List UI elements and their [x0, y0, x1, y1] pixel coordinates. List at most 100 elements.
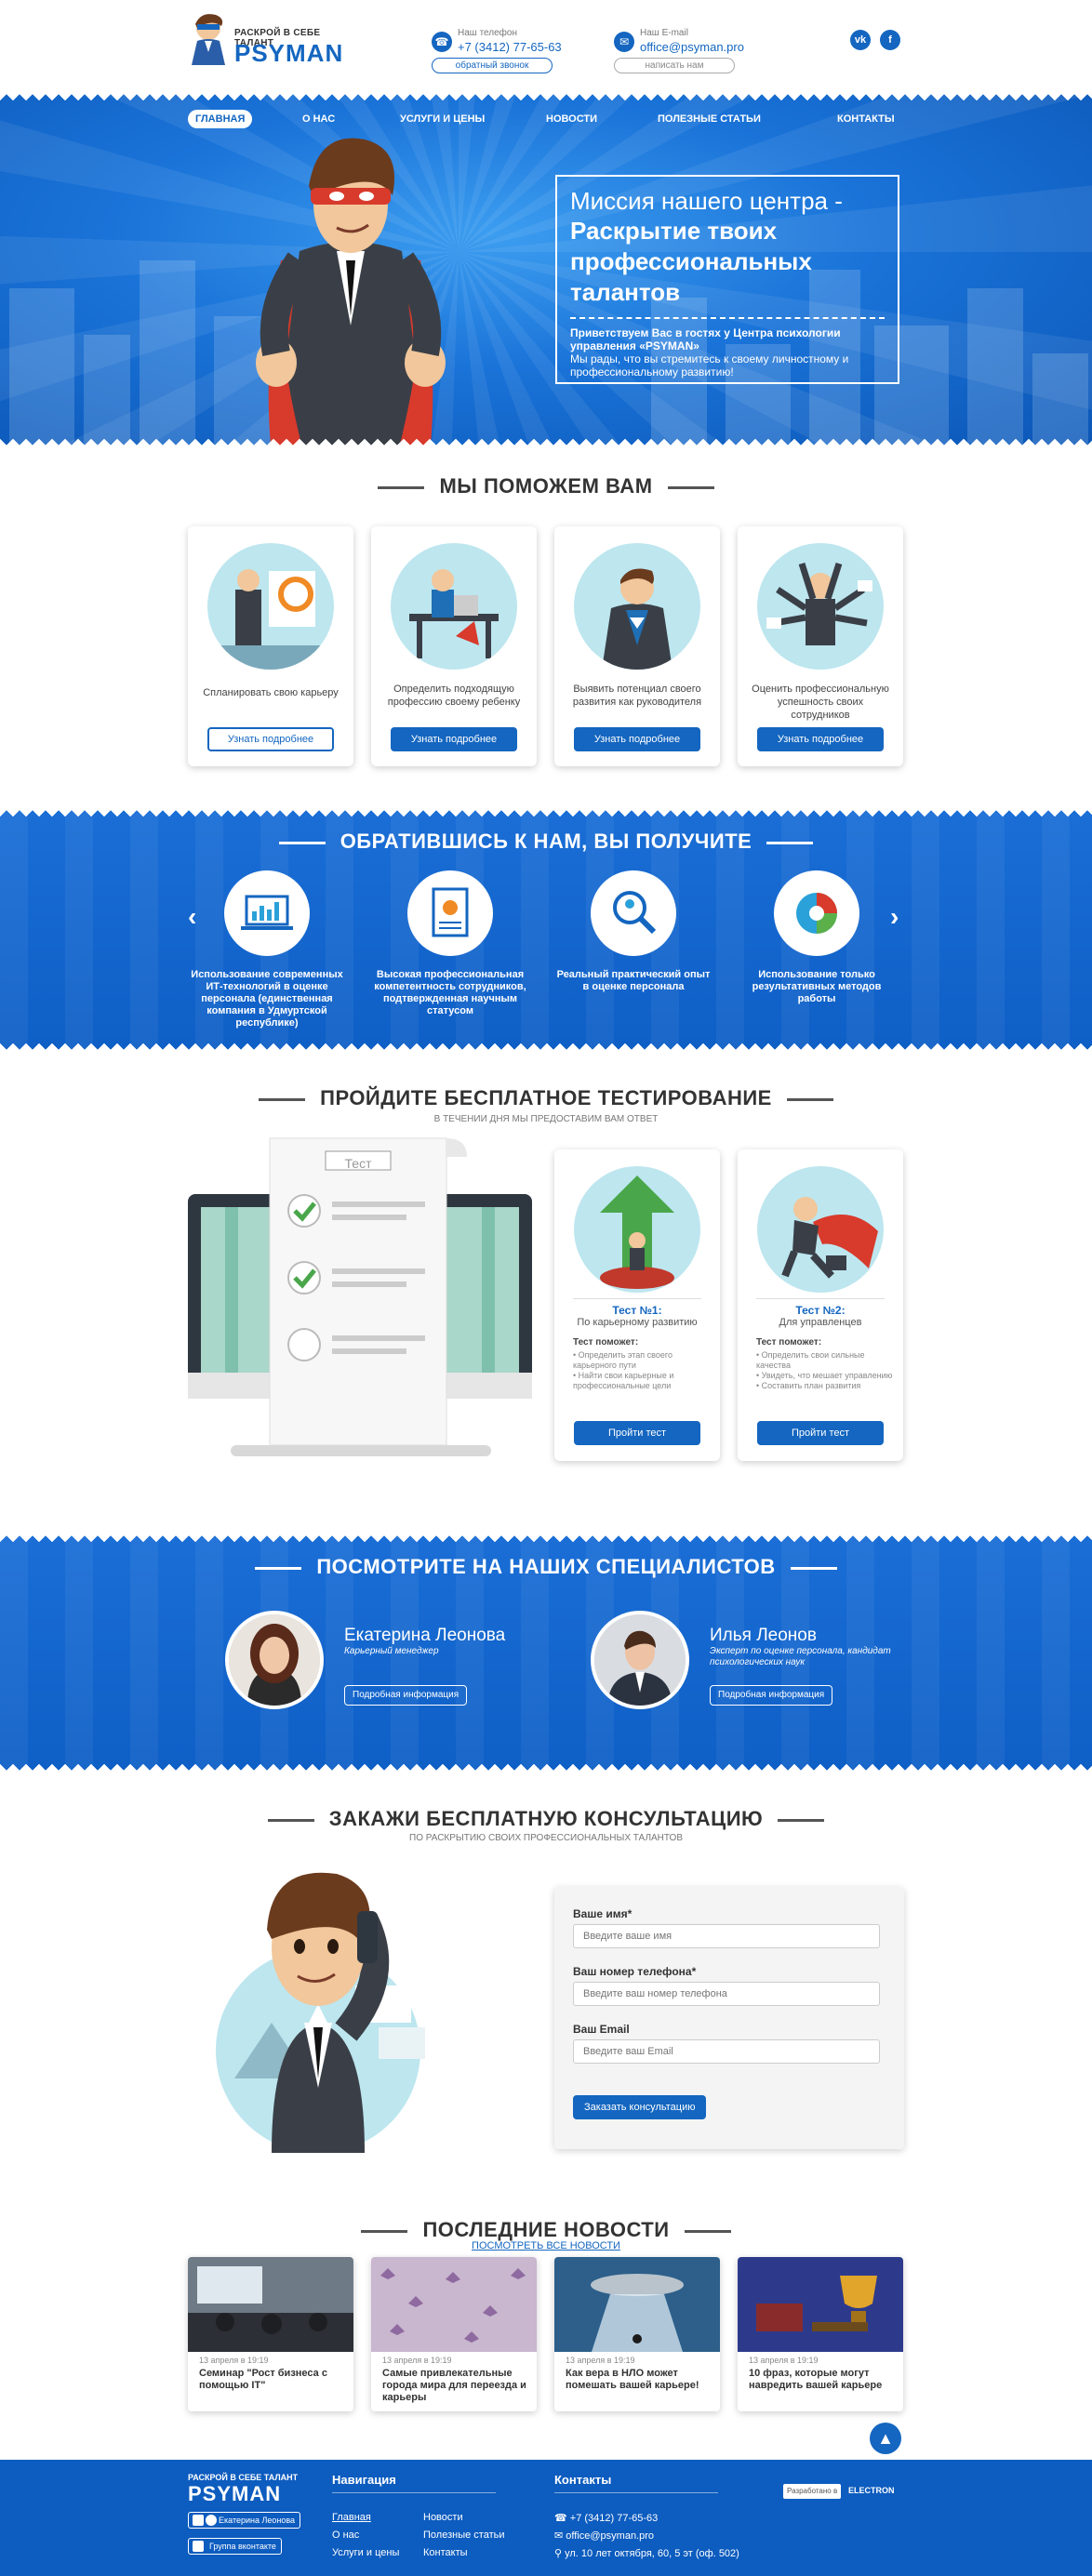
test-card-career: Тест №1: По карьерному развитию Тест пом…: [554, 1149, 720, 1461]
news-title-text[interactable]: Семинар "Рост бизнеса с помощью IT": [199, 2368, 344, 2392]
phone-field-label: Ваш номер телефона*: [573, 1965, 697, 1978]
email-value[interactable]: office@psyman.pro: [640, 40, 744, 54]
write-us-button[interactable]: написать нам: [614, 58, 735, 73]
name-input[interactable]: [573, 1924, 880, 1948]
consult-section: ЗАКАЖИ БЕСПЛАТНУЮ КОНСУЛЬТАЦИЮ ПО РАСКРЫ…: [0, 1772, 1092, 2209]
help-section: МЫ ПОМОЖЕМ ВАМ Спланировать свою карьеру…: [0, 446, 1092, 809]
site-header: РАСКРОЙ В СЕБЕ ТАЛАНТ PSYMAN ☎ Наш телеф…: [0, 0, 1092, 93]
news-card[interactable]: 13 апреля в 19:19 Как вера в НЛО может п…: [554, 2257, 720, 2411]
help-card-text: Выявить потенциал своего развития как ру…: [572, 684, 702, 708]
specialist-photo[interactable]: [225, 1611, 324, 1709]
footer-logo-tagline: РАСКРОЙ В СЕБЕ ТАЛАНТ: [188, 2473, 299, 2482]
news-date: 13 апреля в 19:19: [382, 2356, 452, 2365]
consult-form: Ваше имя* Ваш номер телефона* Ваш Email …: [554, 1887, 904, 2149]
news-title-text[interactable]: Как вера в НЛО может помешать вашей карь…: [566, 2368, 711, 2392]
news-date: 13 апреля в 19:19: [566, 2356, 635, 2365]
footer-link-contacts[interactable]: Контакты: [423, 2547, 468, 2558]
phone-value[interactable]: +7 (3412) 77-65-63: [458, 40, 562, 54]
test-title: Тест №2:: [795, 1304, 846, 1317]
test-card-managers: Тест №2: Для управленцев Тест поможет: •…: [738, 1149, 903, 1461]
news-image-cities: [371, 2257, 537, 2352]
footer-vk-group[interactable]: Группа вконтакте: [188, 2538, 282, 2555]
specialist-card: Илья Леонов Эксперт по оценке персонала,…: [591, 1611, 904, 1713]
email-input[interactable]: [573, 2039, 880, 2064]
logo-mascot-icon: [192, 14, 225, 65]
footer-social-label: Группа вконтакте: [209, 2542, 276, 2551]
specialist-name: Илья Леонов: [710, 1626, 817, 1645]
footer-email-row: ✉ office@psyman.pro: [554, 2530, 654, 2542]
specialist-name: Екатерина Леонова: [344, 1626, 506, 1645]
specialist-photo[interactable]: [591, 1611, 689, 1709]
callback-button[interactable]: обратный звонок: [432, 58, 553, 73]
nav-articles[interactable]: ПОЛЕЗНЫЕ СТАТЬИ: [650, 110, 768, 128]
phone-input[interactable]: [573, 1982, 880, 2006]
news-date: 13 апреля в 19:19: [749, 2356, 819, 2365]
phone-icon: ☎: [432, 32, 452, 52]
scroll-top-icon[interactable]: ▲: [870, 2423, 901, 2454]
footer-link-about[interactable]: О нас: [332, 2530, 359, 2541]
learn-more-button[interactable]: Узнать подробнее: [574, 727, 700, 751]
developer-badge[interactable]: Разработано в ELECTRON: [783, 2480, 902, 2503]
news-title-text[interactable]: 10 фраз, которые могут навредить вашей к…: [749, 2368, 894, 2392]
learn-more-button[interactable]: Узнать подробнее: [757, 727, 884, 751]
footer-email[interactable]: office@psyman.pro: [566, 2530, 654, 2542]
bottom-zigzag: [0, 1759, 1092, 1772]
specialist-role: Карьерный менеджер: [344, 1646, 439, 1656]
vk-icon: [193, 2515, 204, 2526]
pie-chart-icon: [774, 870, 859, 956]
benefits-section: ОБРАТИВШИСЬ К НАМ, ВЫ ПОЛУЧИТЕ ‹ › Испол…: [0, 809, 1092, 1051]
benefit-text: Высокая профессиональная компетентность …: [374, 969, 526, 1016]
news-card[interactable]: 13 апреля в 19:19 Семинар "Рост бизнеса …: [188, 2257, 353, 2411]
footer-rule: [554, 2492, 718, 2493]
test-helps-label: Тест поможет:: [573, 1337, 639, 1348]
learn-more-button[interactable]: Узнать подробнее: [391, 727, 517, 751]
news-date: 13 апреля в 19:19: [199, 2356, 269, 2365]
details-button[interactable]: Подробная информация: [344, 1685, 468, 1706]
card-divider: [573, 1298, 701, 1299]
monitor-test-illustration: [188, 1137, 532, 1456]
developer-label: Разработано в: [783, 2484, 842, 2499]
vk-icon[interactable]: vk: [850, 30, 871, 50]
email-contact: ✉ Наш E-mail office@psyman.pro написать …: [614, 28, 744, 76]
footer-address: ул. 10 лет октября, 60, 5 эт (оф. 502): [565, 2548, 739, 2559]
test-helps-label: Тест поможет:: [756, 1337, 822, 1348]
footer-phone[interactable]: +7 (3412) 77-65-63: [570, 2513, 658, 2524]
footer-link-home[interactable]: Главная: [332, 2512, 371, 2523]
benefit-item: Использование современных ИТ-технологий …: [188, 870, 346, 1029]
order-consult-button[interactable]: Заказать консультацию: [573, 2095, 707, 2119]
news-card[interactable]: 13 апреля в 19:19 Самые привлекательные …: [371, 2257, 537, 2411]
footer-social-catherine[interactable]: Екатерина Леонова: [188, 2512, 301, 2529]
footer-logo-name[interactable]: PSYMAN: [188, 2482, 281, 2506]
phone-icon: ☎: [554, 2513, 570, 2524]
help-card-child: Определить подходящую профессию своему р…: [371, 526, 537, 766]
benefit-text: Реальный практический опыт в оценке перс…: [556, 969, 711, 992]
footer-link-articles[interactable]: Полезные статьи: [423, 2530, 504, 2541]
bottom-zigzag: [0, 433, 1092, 446]
test-points: • Определить этап своего карьерного пути…: [573, 1350, 711, 1391]
test-point: • Увидеть, что мешает управлению: [756, 1371, 893, 1380]
facebook-icon[interactable]: f: [880, 30, 900, 50]
career-arrow-illustration: [574, 1166, 700, 1293]
news-card[interactable]: 13 апреля в 19:19 10 фраз, которые могут…: [738, 2257, 903, 2411]
nav-contacts[interactable]: КОНТАКТЫ: [830, 110, 902, 128]
test-points: • Определить свои сильные качества • Уви…: [756, 1350, 894, 1391]
nav-home[interactable]: ГЛАВНАЯ: [188, 110, 253, 128]
testing-section: ПРОЙДИТЕ БЕСПЛАТНОЕ ТЕСТИРОВАНИЕ В ТЕЧЕН…: [0, 1051, 1092, 1534]
leader-potential-illustration: [574, 543, 700, 670]
help-card-staff: Оценить профессиональную успешность свои…: [738, 526, 903, 766]
details-button[interactable]: Подробная информация: [710, 1685, 833, 1706]
site-logo[interactable]: РАСКРОЙ В СЕБЕ ТАЛАНТ PSYMAN: [188, 11, 360, 67]
test-point: • Составить план развития: [756, 1381, 861, 1390]
take-test-button[interactable]: Пройти тест: [574, 1421, 700, 1445]
child-profession-illustration: [391, 543, 517, 670]
test-subtitle: Для управленцев: [779, 1317, 862, 1328]
footer-link-news[interactable]: Новости: [423, 2512, 463, 2523]
news-title-text[interactable]: Самые привлекательные города мира для пе…: [382, 2368, 527, 2404]
footer-link-services[interactable]: Услуги и цены: [332, 2547, 399, 2558]
take-test-button[interactable]: Пройти тест: [757, 1421, 884, 1445]
learn-more-button[interactable]: Узнать подробнее: [207, 727, 334, 751]
help-card-text: Определить подходящую профессию своему р…: [387, 684, 521, 708]
nav-news[interactable]: НОВОСТИ: [539, 110, 605, 128]
footer-contacts: Контакты: [554, 2473, 718, 2503]
help-card-leader: Выявить потенциал своего развития как ру…: [554, 526, 720, 766]
